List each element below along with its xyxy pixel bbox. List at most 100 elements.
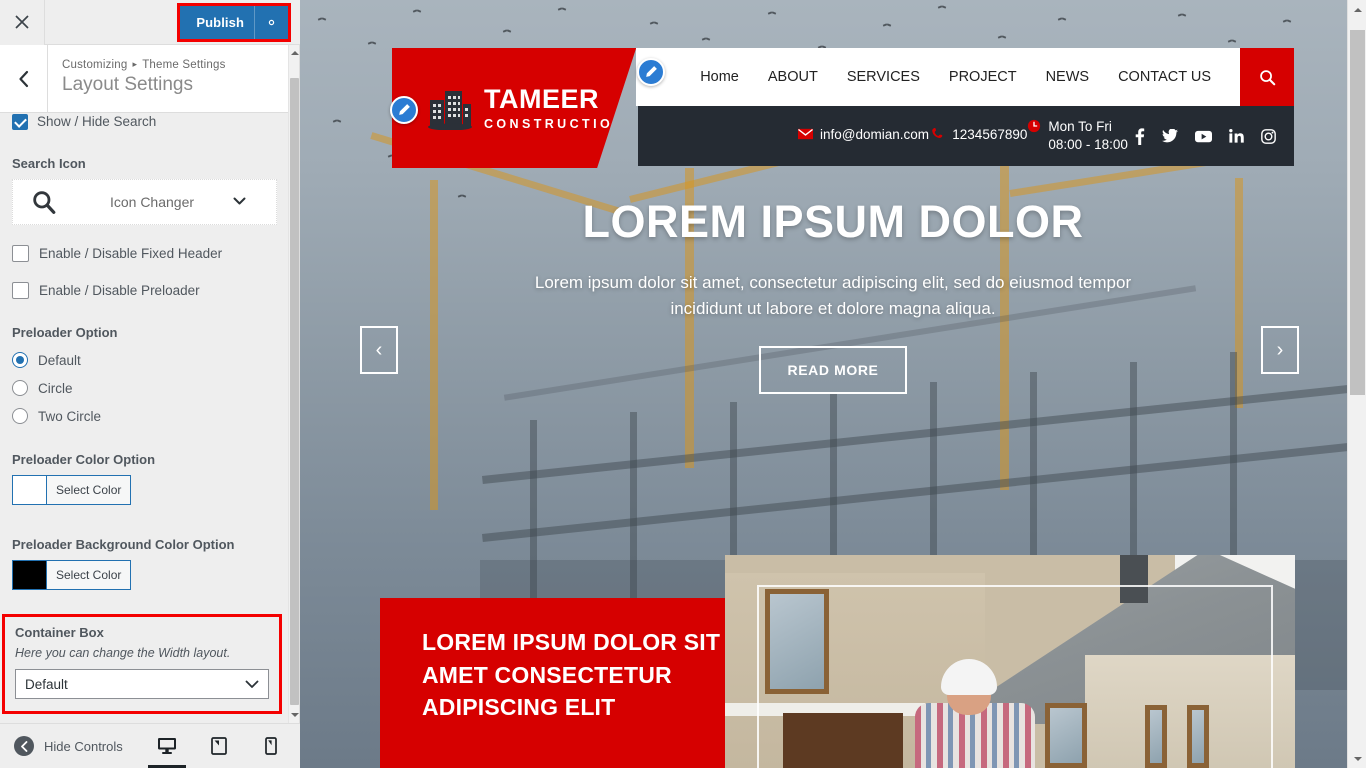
hero-title: LOREM IPSUM DOLOR [582, 196, 1084, 247]
collapse-icon [14, 736, 34, 756]
container-box-description: Here you can change the Width layout. [15, 646, 231, 660]
preloader-checkbox[interactable] [12, 282, 29, 299]
edit-menu-pencil-button[interactable] [637, 58, 665, 86]
twitter-glyph [1162, 129, 1178, 143]
pencil-icon [646, 66, 657, 77]
icon-changer-control[interactable]: Icon Changer [12, 179, 277, 225]
publish-button-label: Publish [196, 14, 244, 30]
device-desktop-button[interactable] [148, 724, 186, 768]
scroll-down-arrow[interactable] [289, 709, 300, 721]
preview-scrollbar[interactable] [1347, 0, 1366, 768]
gear-icon[interactable] [254, 5, 288, 39]
control-show-hide-search[interactable]: Show / Hide Search [12, 113, 277, 130]
sidebar-scrollbar[interactable] [288, 45, 299, 723]
page-title: Layout Settings [62, 74, 193, 96]
control-fixed-header[interactable]: Enable / Disable Fixed Header [12, 245, 277, 262]
header-search-button[interactable] [1240, 48, 1294, 106]
preview-scroll-up-arrow[interactable] [1348, 1, 1366, 18]
pencil-icon [399, 104, 410, 115]
container-box-selected-value: Default [25, 676, 68, 692]
publish-button[interactable]: Publish [180, 5, 288, 39]
search-icon-label: Search Icon [12, 156, 86, 171]
hero-subtitle: Lorem ipsum dolor sit amet, consectetur … [534, 273, 1132, 318]
nav-item-contact-us[interactable]: CONTACT US [1118, 69, 1211, 85]
preloader-color-swatch[interactable] [13, 476, 47, 504]
envelope-glyph [798, 129, 813, 140]
device-mobile-button[interactable] [258, 724, 284, 768]
preloader-bg-color-picker[interactable]: Select Color [12, 560, 132, 590]
slider-next-button[interactable]: › [1261, 326, 1299, 374]
show-hide-search-checkbox[interactable] [12, 113, 28, 130]
preloader-bg-color-swatch[interactable] [13, 561, 47, 589]
radio-default[interactable] [12, 352, 28, 368]
site-header: TAMEER CONSTRUCTION Home ABOUT SERVICES … [392, 48, 1294, 168]
nav-item-home[interactable]: Home [700, 69, 739, 85]
radio-option-default[interactable]: Default [12, 352, 277, 368]
info-hours-text: Mon To Fri 08:00 - 18:00 [1048, 118, 1128, 152]
preloader-label: Enable / Disable Preloader [39, 283, 200, 298]
nav-item-about[interactable]: ABOUT [768, 69, 818, 85]
tablet-icon [211, 737, 227, 755]
preloader-select-color-button[interactable]: Select Color [47, 476, 130, 504]
building-logo-icon [426, 86, 474, 131]
info-phone-text: 1234567890 [952, 126, 1028, 142]
container-box-highlight: Container Box Here you can change the Wi… [2, 614, 282, 714]
preview-scroll-down-arrow[interactable] [1348, 750, 1366, 767]
primary-navigation: Home ABOUT SERVICES PROJECT NEWS CONTACT… [636, 48, 1294, 106]
desktop-icon [158, 738, 176, 754]
container-box-select[interactable]: Default [15, 669, 269, 699]
radio-option-circle[interactable]: Circle [12, 380, 277, 396]
customizer-footer: Hide Controls [0, 723, 300, 768]
twitter-icon[interactable] [1162, 129, 1178, 143]
radio-default-label: Default [38, 352, 81, 368]
device-tablet-button[interactable] [206, 724, 232, 768]
close-customizer-button[interactable] [0, 0, 45, 45]
info-email-text: info@domian.com [820, 127, 930, 143]
preloader-bg-select-color-button[interactable]: Select Color [47, 561, 130, 589]
breadcrumb-root[interactable]: Customizing [62, 59, 127, 71]
preloader-color-picker[interactable]: Select Color [12, 475, 132, 505]
sidebar-scrollbar-thumb[interactable] [290, 78, 299, 705]
radio-circle[interactable] [12, 380, 28, 396]
customizer-screen: Publish Customizing ▸ Theme Settings Lay… [0, 0, 1366, 768]
preloader-option-label: Preloader Option [12, 325, 118, 340]
search-icon [13, 189, 75, 215]
info-phone[interactable]: 1234567890 [931, 126, 1027, 146]
chevron-down-glyph [245, 680, 259, 688]
back-button[interactable] [0, 45, 48, 112]
edit-logo-pencil-button[interactable] [390, 96, 418, 124]
info-email[interactable]: info@domian.com [798, 126, 931, 145]
linkedin-icon[interactable] [1229, 129, 1244, 143]
site-logo[interactable]: TAMEER CONSTRUCTION [392, 48, 637, 168]
nav-item-project[interactable]: PROJECT [949, 69, 1017, 85]
instagram-icon[interactable] [1261, 128, 1276, 144]
preloader-color-label: Preloader Color Option [12, 452, 156, 467]
radio-option-two-circle[interactable]: Two Circle [12, 408, 277, 424]
scroll-up-arrow[interactable] [289, 47, 300, 59]
instagram-glyph [1261, 128, 1276, 144]
show-hide-search-label: Show / Hide Search [37, 114, 157, 129]
read-more-button[interactable]: READ MORE [759, 346, 907, 394]
linkedin-glyph [1229, 129, 1244, 143]
envelope-icon [798, 127, 813, 145]
nav-item-services[interactable]: SERVICES [847, 69, 920, 85]
site-preview-frame[interactable]: TAMEER CONSTRUCTION Home ABOUT SERVICES … [300, 0, 1366, 768]
slider-prev-button[interactable]: ‹ [360, 326, 398, 374]
breadcrumb-parent[interactable]: Theme Settings [142, 59, 225, 71]
radio-two-circle[interactable] [12, 408, 28, 424]
control-preloader-toggle[interactable]: Enable / Disable Preloader [12, 282, 277, 299]
customizer-sidebar: Publish Customizing ▸ Theme Settings Lay… [0, 0, 300, 768]
promo-photo [725, 555, 1295, 768]
nav-item-news[interactable]: NEWS [1046, 69, 1090, 85]
fixed-header-checkbox[interactable] [12, 245, 29, 262]
preview-scrollbar-thumb[interactable] [1350, 30, 1365, 395]
radio-two-circle-label: Two Circle [38, 408, 102, 424]
facebook-icon[interactable] [1134, 127, 1145, 145]
hide-controls-button[interactable]: Hide Controls [0, 736, 123, 756]
search-icon [1259, 69, 1275, 85]
building-glyph [428, 91, 472, 131]
radio-circle-label: Circle [38, 380, 73, 396]
info-hours: Mon To Fri 08:00 - 18:00 [1027, 118, 1134, 154]
chevron-down-icon[interactable] [233, 193, 246, 211]
youtube-icon[interactable] [1195, 130, 1212, 143]
